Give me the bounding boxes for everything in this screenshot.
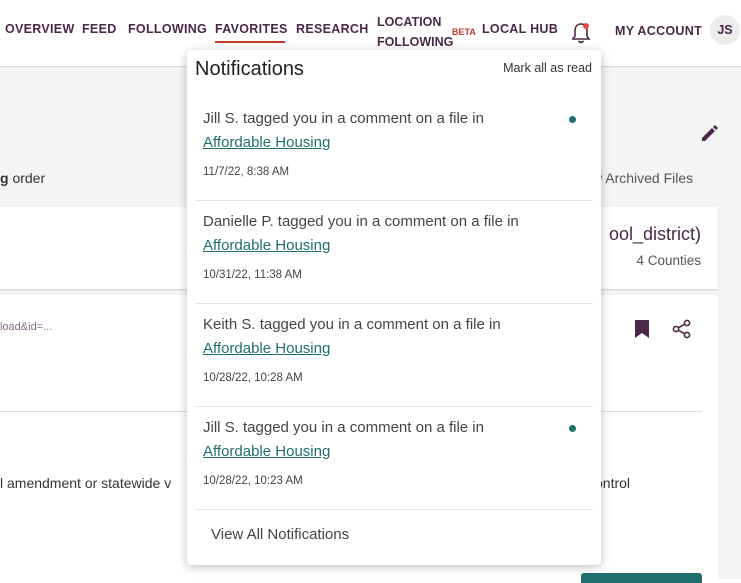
sort-order-rest: order xyxy=(8,170,46,186)
unread-indicator xyxy=(569,425,576,432)
nav-local-hub[interactable]: LOCAL HUB xyxy=(482,22,558,36)
sort-order-bold: g xyxy=(0,170,9,186)
notification-link[interactable]: Affordable Housing xyxy=(203,340,330,357)
notification-separator xyxy=(195,509,593,510)
nav-location-line2: FOLLOWING xyxy=(377,35,454,49)
nav-feed[interactable]: FEED xyxy=(82,22,117,36)
beta-badge: BETA xyxy=(452,27,476,37)
notification-link[interactable]: Affordable Housing xyxy=(203,237,330,254)
nav-overview[interactable]: OVERVIEW xyxy=(5,22,75,36)
view-archived-files-link[interactable]: w Archived Files xyxy=(592,170,693,186)
nav-location-line1: LOCATION xyxy=(377,15,442,29)
avatar[interactable]: JS xyxy=(710,15,740,45)
notification-message: Danielle P. tagged you in a comment on a… xyxy=(203,213,519,230)
nav-my-account[interactable]: MY ACCOUNT xyxy=(615,24,702,38)
view-all-notifications-link[interactable]: View All Notifications xyxy=(211,526,349,543)
action-button[interactable] xyxy=(581,573,702,583)
notification-time: 10/31/22, 11:38 AM xyxy=(203,269,302,281)
notification-time: 10/28/22, 10:28 AM xyxy=(203,372,303,384)
notification-time: 10/28/22, 10:23 AM xyxy=(203,475,303,487)
bookmark-icon[interactable] xyxy=(634,319,650,339)
nav-location-following[interactable]: LOCATION FOLLOWING xyxy=(377,12,453,52)
notification-separator xyxy=(195,406,593,407)
share-icon[interactable] xyxy=(672,319,692,339)
notification-separator xyxy=(195,200,593,201)
notification-link[interactable]: Affordable Housing xyxy=(203,443,330,460)
edit-pencil-icon[interactable] xyxy=(700,123,720,143)
notification-link[interactable]: Affordable Housing xyxy=(203,134,330,151)
notification-message: Keith S. tagged you in a comment on a fi… xyxy=(203,316,501,333)
notifications-panel: Notifications Mark all as read Jill S. t… xyxy=(187,50,601,565)
notification-message: Jill S. tagged you in a comment on a fil… xyxy=(203,110,484,127)
notifications-title: Notifications xyxy=(195,58,304,80)
nav-active-indicator xyxy=(215,41,285,43)
unread-indicator xyxy=(569,116,576,123)
sort-order-label: g order xyxy=(0,170,45,186)
file-url[interactable]: load&id=... xyxy=(0,321,52,333)
notification-message: Jill S. tagged you in a comment on a fil… xyxy=(203,419,484,436)
file-description-left: l amendment or statewide v xyxy=(0,475,172,491)
nav-favorites[interactable]: FAVORITES xyxy=(215,22,288,36)
notification-time: 11/7/22, 8:38 AM xyxy=(203,166,290,178)
card-title: ool_district) xyxy=(608,224,701,244)
nav-following[interactable]: FOLLOWING xyxy=(128,22,207,36)
notification-dot xyxy=(583,23,589,29)
notification-separator xyxy=(195,303,593,304)
mark-all-read-button[interactable]: Mark all as read xyxy=(503,61,592,75)
card-subtitle: 4 Counties xyxy=(636,253,701,268)
nav-research[interactable]: RESEARCH xyxy=(296,22,369,36)
